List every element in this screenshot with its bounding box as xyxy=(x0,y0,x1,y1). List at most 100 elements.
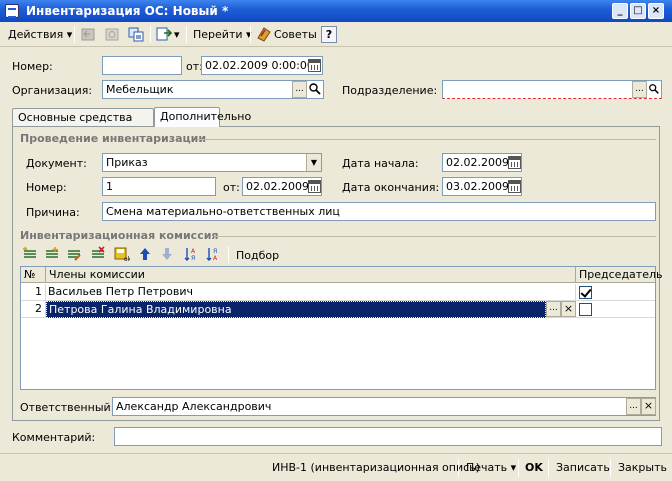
commission-section-title: Инвентаризационная комиссия xyxy=(20,229,219,242)
column-header-chair[interactable]: Председатель xyxy=(576,267,662,283)
based-on-icon[interactable] xyxy=(156,26,173,43)
start-date-label: Дата начала: xyxy=(342,157,419,170)
doc-select[interactable]: Приказ xyxy=(102,153,322,172)
conduct-section-title: Проведение инвентаризации xyxy=(20,132,207,145)
structure-icon[interactable] xyxy=(128,26,145,43)
toolbar-separator xyxy=(74,26,75,43)
order-date-value: 02.02.2009 xyxy=(246,180,309,193)
org-field[interactable]: Мебельщик xyxy=(102,80,324,99)
goto-label: Перейти xyxy=(193,28,243,41)
section-divider xyxy=(214,236,656,237)
calendar-icon[interactable] xyxy=(308,180,321,193)
member-name-editing[interactable]: Петрова Галина Владимировна xyxy=(46,301,546,318)
responsible-field[interactable]: Александр Александрович xyxy=(112,397,656,416)
svg-text:A: A xyxy=(213,255,218,262)
commission-table: № Члены комиссии Председатель 1 Васильев… xyxy=(20,266,662,390)
dept-search-icon[interactable] xyxy=(648,82,660,96)
org-label: Организация: xyxy=(12,84,93,97)
tab-additional[interactable]: Дополнительно xyxy=(154,107,251,127)
row-number: 2 xyxy=(21,301,46,318)
column-header-number[interactable]: № xyxy=(21,267,46,283)
dept-select-button[interactable]: ... xyxy=(632,81,647,98)
doc-label: Документ: xyxy=(26,157,87,170)
responsible-select-button[interactable]: ... xyxy=(626,398,641,415)
calendar-icon[interactable] xyxy=(508,180,521,193)
title-bar: Инвентаризация ОС: Новый * _ □ × xyxy=(0,0,672,22)
actions-label: Действия xyxy=(8,28,64,41)
end-date-value: 03.02.2009 xyxy=(446,180,509,193)
delete-row-icon[interactable] xyxy=(90,246,106,262)
number-label: Номер: xyxy=(12,60,53,73)
reason-field[interactable]: Смена материально-ответственных лиц xyxy=(102,202,656,221)
back-icon[interactable] xyxy=(80,26,97,43)
footer-bar: ИНВ-1 (инвентаризационная опись) Печать … xyxy=(0,453,672,481)
sort-asc-icon[interactable]: AЯ xyxy=(184,246,200,262)
member-select-button[interactable]: ... xyxy=(546,301,561,317)
toolbar-separator xyxy=(186,26,187,43)
window-title: Инвентаризация ОС: Новый * xyxy=(26,4,229,18)
actions-menu[interactable]: Действия ▾ xyxy=(8,25,72,44)
sort-desc-icon[interactable]: ЯA xyxy=(206,246,222,262)
pick-button[interactable]: Подбор xyxy=(236,249,279,262)
table-header: № Члены комиссии Председатель xyxy=(21,267,662,283)
clear-icon[interactable]: × xyxy=(641,398,656,415)
column-header-members[interactable]: Члены комиссии xyxy=(46,267,576,283)
tips-book-icon xyxy=(257,27,271,42)
minimize-button[interactable]: _ xyxy=(612,3,628,19)
comment-field[interactable] xyxy=(114,427,662,446)
footer-separator xyxy=(548,459,549,477)
date-field[interactable]: 02.02.2009 0:00:00 xyxy=(201,56,323,75)
end-edit-icon[interactable]: ok xyxy=(114,246,130,262)
print-label: Печать xyxy=(466,461,508,474)
toolbar: Действия ▾ ▾ Перейти ▾ Советы ? xyxy=(0,22,672,47)
edit-row-icon[interactable] xyxy=(66,246,82,262)
chevron-down-icon[interactable]: ▼ xyxy=(306,154,321,171)
org-value: Мебельщик xyxy=(106,83,174,96)
section-divider xyxy=(198,139,656,140)
table-row[interactable]: 2 Петрова Галина Владимировна ... × xyxy=(21,301,655,318)
order-number-field[interactable]: 1 xyxy=(102,177,216,196)
copy-row-icon[interactable] xyxy=(44,246,60,262)
calendar-icon[interactable] xyxy=(308,59,321,72)
tips-button[interactable]: Советы xyxy=(256,25,317,44)
svg-text:Я: Я xyxy=(191,255,195,262)
footer-separator xyxy=(610,459,611,477)
help-button[interactable]: ? xyxy=(321,26,337,43)
maximize-button[interactable]: □ xyxy=(630,3,646,19)
app-icon xyxy=(5,4,19,18)
clear-icon[interactable]: × xyxy=(561,301,576,317)
print-form-link[interactable]: ИНВ-1 (инвентаризационная опись) xyxy=(272,461,480,474)
dept-field[interactable] xyxy=(442,80,662,99)
calendar-icon[interactable] xyxy=(508,156,521,169)
footer-separator xyxy=(458,459,459,477)
chair-checkbox[interactable] xyxy=(579,286,592,299)
toolbar-separator xyxy=(250,26,251,43)
chair-checkbox[interactable] xyxy=(579,303,592,316)
ok-button[interactable]: OK xyxy=(525,461,543,474)
responsible-label: Ответственный: xyxy=(20,401,115,414)
svg-text:Я: Я xyxy=(213,248,217,255)
tab-fixed-assets[interactable]: Основные средства xyxy=(12,108,154,126)
responsible-value: Александр Александрович xyxy=(116,400,272,413)
dept-label: Подразделение: xyxy=(342,84,438,97)
row-number: 1 xyxy=(21,284,46,301)
refresh-icon[interactable] xyxy=(104,26,121,43)
number-field[interactable] xyxy=(102,56,182,75)
based-on-dropdown[interactable]: ▾ xyxy=(174,25,180,44)
member-name[interactable]: Васильев Петр Петрович xyxy=(46,284,576,301)
add-row-icon[interactable] xyxy=(22,246,38,262)
move-down-icon[interactable] xyxy=(160,246,174,262)
table-row[interactable]: 1 Васильев Петр Петрович xyxy=(21,284,655,301)
save-button[interactable]: Записать xyxy=(556,461,610,474)
order-from-label: от: xyxy=(223,181,240,194)
org-select-button[interactable]: ... xyxy=(292,81,307,98)
close-window-button[interactable]: × xyxy=(648,3,664,19)
print-menu[interactable]: Печать ▾ xyxy=(466,461,516,474)
date-value: 02.02.2009 0:00:00 xyxy=(205,59,314,72)
toolbar-separator xyxy=(228,246,229,263)
org-search-icon[interactable] xyxy=(308,82,322,96)
close-button[interactable]: Закрыть xyxy=(618,461,667,474)
move-up-icon[interactable] xyxy=(138,246,152,262)
order-number-label: Номер: xyxy=(26,181,67,194)
goto-menu[interactable]: Перейти ▾ xyxy=(193,25,252,44)
